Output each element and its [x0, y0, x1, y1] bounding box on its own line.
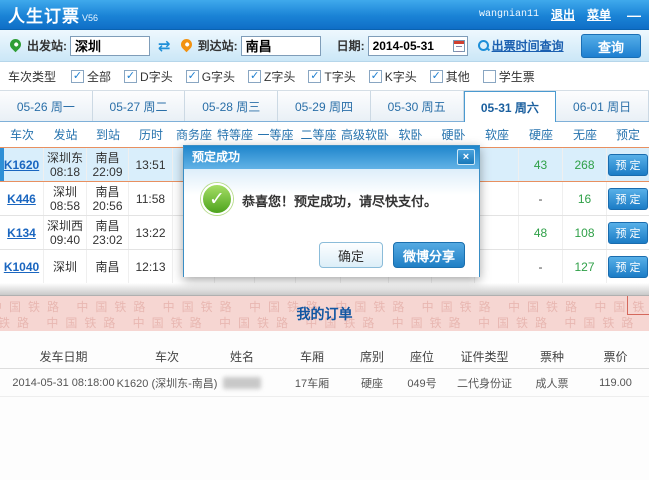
tab-05-30[interactable]: 05-30 周五: [370, 91, 464, 121]
search-bar: 出发站: ⇄ 到达站: 日期: 出票时间查询 查询: [0, 30, 649, 62]
checkbox-unchecked-icon[interactable]: [482, 69, 496, 83]
train-type-filterbar: 车次类型 ✓ 全部 ✓ D字头 ✓ G字头 ✓ Z字头 ✓ T字头 ✓ K字头 ✓ 其他 学生…: [0, 62, 649, 90]
order-id-type: 二代身份证: [457, 377, 512, 390]
stamp-corner-decoration: [627, 296, 649, 315]
order-passenger-name: [207, 369, 277, 396]
query-button[interactable]: 查询: [581, 34, 641, 58]
order-seat-class: 硬座: [361, 377, 383, 390]
tab-05-27[interactable]: 05-27 周二: [92, 91, 186, 121]
search-icon: [477, 40, 489, 51]
title-bar: 人生订票 V56 wangnian11 退出 菜单 —: [0, 0, 649, 30]
app-title: 人生订票: [8, 7, 80, 26]
checkbox-checked-icon[interactable]: ✓: [368, 69, 382, 83]
tab-05-28[interactable]: 05-28 周三: [185, 91, 279, 121]
arrive-label: 到达站:: [197, 39, 238, 53]
depart-pin-icon: [7, 36, 24, 52]
filter-student[interactable]: 学生票: [482, 68, 535, 85]
success-check-icon: ✓: [201, 183, 233, 215]
logout-link[interactable]: 退出: [551, 6, 575, 23]
order-seat-no: 049号: [407, 377, 437, 390]
depart-label: 出发站:: [27, 39, 67, 53]
filter-z[interactable]: ✓ Z字头: [248, 68, 295, 85]
order-train: K1620 (深圳东-南昌): [116, 377, 218, 390]
close-icon[interactable]: ×: [457, 149, 475, 165]
checkbox-checked-icon[interactable]: ✓: [308, 69, 322, 83]
hard-seat-count: -: [538, 191, 543, 206]
order-row: 2014-05-31 08:18:00 K1620 (深圳东-南昌) 17车厢 …: [0, 369, 649, 397]
titlebar-actions: wangnian11 退出 菜单 —: [479, 6, 641, 23]
filter-other[interactable]: ✓ 其他: [429, 68, 470, 85]
my-orders-section: 发车日期 车次 姓名 车厢 席别 座位 证件类型 票种 票价 2014-05-3…: [0, 331, 649, 480]
tab-06-01[interactable]: 06-01 周日: [556, 91, 649, 121]
train-number-link[interactable]: K446: [7, 192, 36, 206]
date-label: 日期:: [336, 39, 365, 53]
order-price: 119.00: [599, 376, 632, 389]
app-window: 人生订票 V56 wangnian11 退出 菜单 — 出发站: ⇄ 到达站: …: [0, 0, 649, 480]
date-field: [367, 35, 468, 56]
checkbox-checked-icon[interactable]: ✓: [71, 69, 85, 83]
checkbox-checked-icon[interactable]: ✓: [124, 69, 138, 83]
train-number-link[interactable]: K134: [7, 226, 36, 240]
arrive-pin-icon: [178, 36, 194, 52]
hard-seat-count: 48: [533, 225, 548, 240]
filter-g[interactable]: ✓ G字头: [185, 68, 235, 85]
dialog-body: ✓ 恭喜您！预定成功，请尽快支付。 确定 微博分享: [184, 169, 479, 277]
dialog-message: 恭喜您！预定成功，请尽快支付。: [242, 194, 438, 209]
hard-seat-count: 43: [533, 157, 548, 172]
train-number-link[interactable]: K1040: [4, 260, 39, 274]
booking-success-dialog: 预定成功 × ✓ 恭喜您！预定成功，请尽快支付。 确定 微博分享: [183, 145, 480, 277]
hard-seat-count: -: [538, 259, 543, 274]
ticket-time-query-link[interactable]: 出票时间查询: [492, 37, 564, 54]
checkbox-checked-icon[interactable]: ✓: [185, 69, 199, 83]
orders-banner: 中国铁路 中国铁路 中国铁路 中国铁路 中国铁路 中国铁路 中国铁路 中国铁路 …: [0, 296, 649, 331]
calendar-icon[interactable]: [452, 39, 465, 52]
checkbox-checked-icon[interactable]: ✓: [248, 69, 262, 83]
train-number-link[interactable]: K1620: [4, 158, 39, 172]
filter-t[interactable]: ✓ T字头: [308, 68, 356, 85]
no-seat-count: 268: [574, 157, 595, 172]
book-button[interactable]: 预 定: [608, 255, 648, 278]
order-carriage: 17车厢: [294, 377, 330, 390]
no-seat-count: 16: [577, 191, 592, 206]
book-button[interactable]: 预 定: [608, 153, 648, 176]
tab-05-29[interactable]: 05-29 周四: [278, 91, 371, 121]
filter-all[interactable]: ✓ 全部: [71, 68, 111, 85]
weibo-share-button[interactable]: 微博分享: [393, 242, 465, 268]
no-seat-count: 127: [574, 259, 595, 274]
logged-in-username: wangnian11: [478, 9, 539, 20]
book-button[interactable]: 预 定: [608, 187, 648, 210]
app-version: V56: [82, 12, 99, 23]
tab-05-31-active[interactable]: 05-31 周六: [463, 91, 557, 122]
menu-link[interactable]: 菜单: [587, 6, 611, 23]
filter-d[interactable]: ✓ D字头: [124, 68, 173, 85]
ok-button[interactable]: 确定: [319, 242, 383, 268]
tab-05-26[interactable]: 05-26 周一: [0, 91, 93, 121]
arrive-station-input[interactable]: [240, 35, 321, 56]
book-button[interactable]: 预 定: [608, 221, 648, 244]
swap-stations-icon[interactable]: ⇄: [158, 37, 171, 55]
filter-k[interactable]: ✓ K字头: [368, 68, 417, 85]
dialog-title-bar: 预定成功 ×: [184, 146, 479, 169]
order-depart-datetime: 2014-05-31 08:18:00: [12, 376, 115, 389]
depart-station-input[interactable]: [70, 35, 150, 56]
orders-table-header: 发车日期 车次 姓名 车厢 席别 座位 证件类型 票种 票价: [0, 344, 649, 369]
my-orders-title: 我的订单: [296, 306, 353, 322]
train-type-label: 车次类型: [8, 69, 57, 84]
date-tabs: 05-26 周一 05-27 周二 05-28 周三 05-29 周四 05-3…: [0, 90, 649, 122]
order-ticket-type: 成人票: [535, 377, 569, 390]
window-bottom-band: [0, 283, 649, 296]
dialog-title: 预定成功: [192, 150, 241, 164]
redacted-name: [223, 376, 261, 389]
minimize-button[interactable]: —: [627, 8, 641, 22]
checkbox-checked-icon[interactable]: ✓: [429, 69, 443, 83]
no-seat-count: 108: [574, 225, 595, 240]
